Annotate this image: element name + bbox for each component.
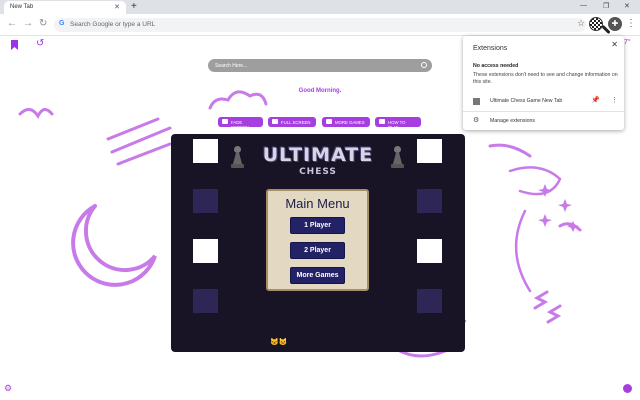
game-logo-title: ULTIMATE — [262, 144, 374, 166]
search-input[interactable]: Search Here... — [208, 59, 432, 72]
google-icon: G — [59, 20, 65, 27]
board-square — [193, 289, 218, 313]
tab-title: New Tab — [10, 4, 34, 10]
restore-button[interactable]: ❐ — [603, 2, 609, 10]
fade-screen-button[interactable]: FADE SCREEN — [218, 117, 263, 130]
fullscreen-icon — [272, 119, 278, 124]
new-tab-button[interactable]: + — [131, 1, 137, 12]
extensions-popup: Extensions ✕ No access needed These exte… — [463, 36, 624, 130]
chess-extension-icon[interactable] — [589, 17, 603, 31]
info-icon — [379, 119, 385, 124]
close-icon[interactable]: ✕ — [611, 40, 618, 49]
back-icon[interactable]: ← — [7, 19, 17, 29]
extension-logo-icon — [473, 98, 480, 105]
address-bar-placeholder: Search Google or type a URL — [70, 21, 156, 28]
how-to-play-button[interactable]: HOW TO PLAY — [375, 117, 421, 130]
reload-icon[interactable]: ↻ — [39, 19, 47, 29]
lightning-doodle — [533, 290, 562, 324]
extension-name[interactable]: Ultimate Chess Game New Tab — [490, 98, 562, 104]
extensions-icon[interactable]: ✚ — [608, 17, 622, 31]
moon-doodle — [71, 204, 157, 287]
fade-icon — [222, 119, 228, 124]
one-player-button[interactable]: 1 Player — [290, 217, 345, 234]
close-window-button[interactable]: ✕ — [624, 2, 630, 10]
extension-menu-icon[interactable]: ⋮ — [611, 96, 618, 104]
fade-screen-label: FADE SCREEN — [231, 120, 249, 130]
access-section-heading: No access needed — [473, 63, 519, 69]
minimize-button[interactable]: — — [580, 2, 587, 9]
pin-icon[interactable]: 📌 — [591, 96, 600, 104]
chess-game-frame[interactable]: ULTIMATE CHESS Main Menu 1 Player 2 Play… — [171, 134, 465, 352]
address-bar[interactable]: G Search Google or type a URL — [54, 18, 586, 32]
board-square — [193, 239, 218, 263]
two-player-button[interactable]: 2 Player — [290, 242, 345, 259]
gear-icon[interactable]: ⚙ — [4, 383, 12, 394]
forward-icon[interactable]: → — [23, 19, 33, 29]
gamepad-icon — [326, 119, 332, 124]
full-screen-label: FULL SCREEN — [281, 120, 311, 125]
squiggle-doodle — [18, 108, 54, 119]
game-logo-subtitle: CHESS — [299, 167, 337, 177]
access-description: These extensions don't need to see and c… — [473, 72, 618, 85]
board-square — [417, 289, 442, 313]
popup-title: Extensions — [473, 45, 508, 52]
tab-close-icon[interactable]: ✕ — [114, 3, 120, 11]
divider — [463, 111, 624, 112]
full-screen-button[interactable]: FULL SCREEN — [268, 117, 316, 127]
tab-new-tab[interactable]: New Tab ✕ — [4, 1, 126, 14]
search-placeholder: Search Here... — [215, 63, 248, 69]
manage-extensions-link[interactable]: Manage extensions — [490, 118, 535, 124]
menu-icon[interactable]: ⋮ — [626, 18, 636, 29]
scribble-doodle — [106, 117, 172, 166]
mascot-icons: 🐱🐱 — [270, 339, 288, 346]
hat-brim-doodle — [488, 143, 532, 158]
info-circle-icon[interactable] — [623, 384, 632, 393]
board-square — [417, 239, 442, 263]
browser-toolbar: ← → ↻ G Search Google or type a URL ☆ ✚ … — [0, 14, 640, 36]
board-square — [193, 189, 218, 213]
main-menu-panel: Main Menu 1 Player 2 Player More Games — [266, 189, 369, 291]
title-bar: New Tab ✕ + — ❐ ✕ — [0, 0, 640, 14]
board-square — [417, 189, 442, 213]
main-menu-title: Main Menu — [285, 196, 350, 211]
gear-icon: ⚙ — [473, 117, 480, 124]
more-games-label: MORE GAMES — [335, 120, 365, 125]
cloud-doodle — [208, 90, 268, 110]
more-games-button[interactable]: MORE GAMES — [322, 117, 370, 127]
star-icon[interactable]: ☆ — [577, 18, 585, 29]
more-games-menu-button[interactable]: More Games — [290, 267, 345, 284]
search-icon[interactable] — [421, 62, 427, 68]
